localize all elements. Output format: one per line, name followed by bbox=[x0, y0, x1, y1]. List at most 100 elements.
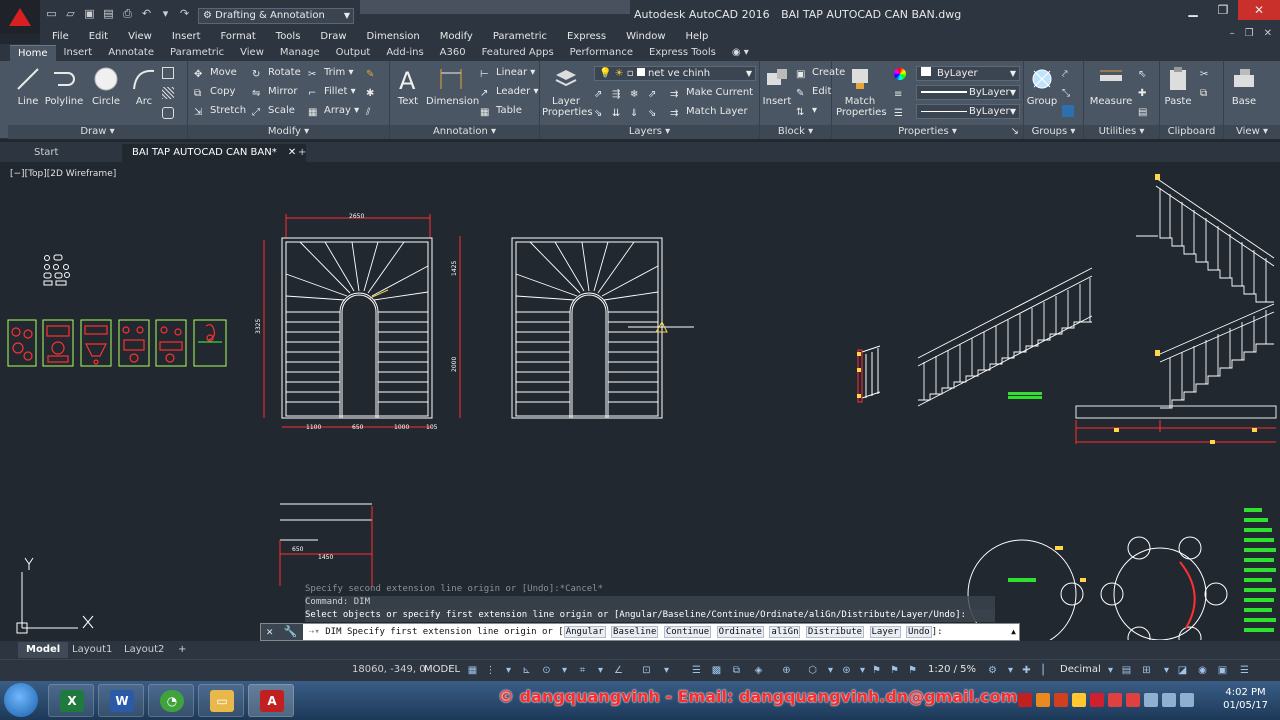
layers-panel-title[interactable]: Layers ▾ bbox=[540, 125, 759, 139]
drawing-tab[interactable]: BAI TAP AUTOCAD CAN BAN* ✕ bbox=[122, 144, 307, 162]
lineweight-icon-button[interactable]: ≡ bbox=[894, 85, 910, 101]
isodraft-icon[interactable]: ⌗ bbox=[576, 664, 589, 677]
new-tab-button[interactable]: + bbox=[288, 144, 316, 162]
workspace-select[interactable]: ⚙ Drafting & Annotation ▼ bbox=[198, 8, 354, 24]
block-panel-title[interactable]: Block ▾ bbox=[760, 125, 831, 139]
arc-button[interactable]: Arc bbox=[124, 65, 164, 107]
object-snap-dropdown-icon[interactable]: ▾ bbox=[660, 664, 673, 677]
id-point-button[interactable]: ✚ bbox=[1138, 84, 1154, 100]
rotate-button[interactable]: ↻ Rotate bbox=[252, 65, 301, 81]
move-button[interactable]: ✥ Move bbox=[194, 65, 237, 81]
plot-icon[interactable]: ⎙ bbox=[120, 7, 135, 21]
annotation-scale[interactable]: 1:20 / 5% bbox=[928, 664, 976, 675]
base-view-button[interactable]: Base bbox=[1224, 65, 1264, 107]
copy-button[interactable]: ⧉ Copy bbox=[194, 84, 235, 100]
tab-performance[interactable]: Performance bbox=[562, 45, 641, 61]
color-wheel-button[interactable] bbox=[894, 66, 910, 82]
text-button[interactable]: A Text bbox=[390, 65, 426, 107]
tab-parametric[interactable]: Parametric bbox=[162, 45, 232, 61]
layer-off-button[interactable]: ⇗ bbox=[594, 85, 610, 101]
save-icon[interactable]: ▣ bbox=[82, 7, 97, 21]
wrench-icon[interactable]: 🔧 bbox=[284, 624, 298, 640]
option-angular[interactable]: Angular bbox=[563, 626, 606, 638]
tray-network-icon[interactable] bbox=[1162, 693, 1176, 707]
snap-icon[interactable]: ⋮ bbox=[484, 664, 497, 677]
polar-dropdown-icon[interactable]: ▾ bbox=[558, 664, 571, 677]
fillet-button[interactable]: ⌐ Fillet ▾ bbox=[308, 84, 356, 100]
option-baseline[interactable]: Baseline bbox=[611, 626, 659, 638]
hatch-button[interactable] bbox=[162, 85, 178, 101]
option-undo[interactable]: Undo bbox=[906, 626, 932, 638]
menu-help[interactable]: Help bbox=[686, 31, 709, 42]
transparency-icon[interactable]: ▩ bbox=[710, 664, 723, 677]
start-button[interactable] bbox=[4, 683, 38, 717]
region-button[interactable] bbox=[162, 105, 178, 121]
graphics-performance-icon[interactable]: ◉ bbox=[1196, 664, 1209, 677]
units-dropdown-icon[interactable]: ▾ bbox=[1104, 664, 1117, 677]
array-button[interactable]: ▦ Array ▾ bbox=[308, 103, 359, 119]
selection-cycling-icon[interactable]: ⧉ bbox=[730, 664, 743, 677]
tab-view[interactable]: View bbox=[232, 45, 272, 61]
doc-close-button[interactable]: ✕ bbox=[1264, 28, 1272, 39]
auto-scale-icon[interactable]: ⚑ bbox=[888, 664, 901, 677]
isolate-objects-icon[interactable]: ◪ bbox=[1176, 664, 1189, 677]
dimension-button[interactable]: Dimension bbox=[426, 65, 479, 107]
model-space-button[interactable]: MODEL bbox=[424, 664, 460, 675]
taskbar-explorer[interactable]: ▭ bbox=[198, 684, 244, 717]
menu-draw[interactable]: Draw bbox=[320, 31, 346, 42]
layer-on-button[interactable]: ⇓ bbox=[630, 104, 646, 120]
draw-panel-title[interactable]: Draw ▾ bbox=[8, 125, 187, 139]
annotation-monitor-icon[interactable]: ✚ bbox=[1020, 664, 1033, 677]
doc-minimize-button[interactable]: – bbox=[1230, 28, 1235, 39]
ribbon-toggle-icon[interactable]: ◉ ▾ bbox=[724, 45, 757, 61]
menu-parametric[interactable]: Parametric bbox=[493, 31, 547, 42]
drawing-area[interactable]: [−][Top][2D Wireframe] 2650 1425 3325 20… bbox=[0, 162, 1280, 640]
minimize-button[interactable]: ▁ bbox=[1178, 0, 1208, 20]
leader-button[interactable]: ↗ Leader ▾ bbox=[480, 84, 539, 100]
tab-output[interactable]: Output bbox=[328, 45, 379, 61]
calculator-button[interactable]: ▤ bbox=[1138, 103, 1154, 119]
tab-add-ins[interactable]: Add-ins bbox=[378, 45, 431, 61]
table-button[interactable]: ▦ Table bbox=[480, 103, 522, 119]
tab-home[interactable]: Home bbox=[10, 45, 56, 61]
new-layout-button[interactable]: + bbox=[170, 642, 194, 658]
scale-button[interactable]: ⤢ Scale bbox=[252, 103, 295, 119]
measure-button[interactable]: Measure bbox=[1088, 65, 1134, 107]
taskbar-autocad[interactable]: A bbox=[248, 684, 294, 717]
linear-button[interactable]: ⊢ Linear ▾ bbox=[480, 65, 535, 81]
snap-dropdown-icon[interactable]: ▾ bbox=[502, 664, 515, 677]
color-select[interactable]: ByLayer ▼ bbox=[916, 66, 1020, 81]
gizmo-icon[interactable]: ⊛ bbox=[840, 664, 853, 677]
isodraft-dropdown-icon[interactable]: ▾ bbox=[594, 664, 607, 677]
paste-button[interactable]: Paste bbox=[1160, 65, 1196, 107]
erase-button[interactable]: ✎ bbox=[366, 65, 382, 81]
workspace-switch-icon[interactable]: ⚙ bbox=[986, 664, 999, 677]
close-icon[interactable]: ✕ bbox=[266, 624, 273, 640]
3d-osnap-icon[interactable]: ◈ bbox=[752, 664, 765, 677]
layer-select[interactable]: 💡 ☀ ▫ net ve chinh ▼ bbox=[594, 66, 756, 81]
tray-flag-icon[interactable] bbox=[1144, 693, 1158, 707]
command-prompt[interactable]: ⇢▾ DIM Specify first extension line orig… bbox=[309, 624, 943, 640]
option-continue[interactable]: Continue bbox=[663, 626, 712, 638]
coordinate-readout[interactable]: 18060, -349, 0 bbox=[352, 664, 426, 675]
menu-tools[interactable]: Tools bbox=[276, 31, 301, 42]
polar-icon[interactable]: ⊙ bbox=[540, 664, 553, 677]
menu-format[interactable]: Format bbox=[221, 31, 256, 42]
menu-modify[interactable]: Modify bbox=[440, 31, 473, 42]
object-snap-tracking-icon[interactable]: ∠ bbox=[612, 664, 625, 677]
menu-edit[interactable]: Edit bbox=[89, 31, 108, 42]
tab-annotate[interactable]: Annotate bbox=[100, 45, 162, 61]
mirror-button[interactable]: ⇋ Mirror bbox=[252, 84, 297, 100]
tray-tool-icon[interactable] bbox=[1054, 693, 1068, 707]
layer-thaw-button[interactable]: ⇊ bbox=[612, 104, 628, 120]
tray-notify-icon[interactable] bbox=[1072, 693, 1086, 707]
layer-unlock-button[interactable]: ⇘ bbox=[648, 104, 664, 120]
menu-window[interactable]: Window bbox=[626, 31, 665, 42]
option-layer[interactable]: Layer bbox=[869, 626, 901, 638]
clean-screen-icon[interactable]: ▣ bbox=[1216, 664, 1229, 677]
menu-dimension[interactable]: Dimension bbox=[367, 31, 420, 42]
close-button[interactable]: ✕ bbox=[1238, 0, 1280, 20]
taskbar-app-green[interactable]: ◔ bbox=[148, 684, 194, 717]
lineweight-select[interactable]: ByLayer ▼ bbox=[916, 85, 1020, 100]
block-attributes-button[interactable]: ⇅ ▾ bbox=[796, 103, 817, 119]
